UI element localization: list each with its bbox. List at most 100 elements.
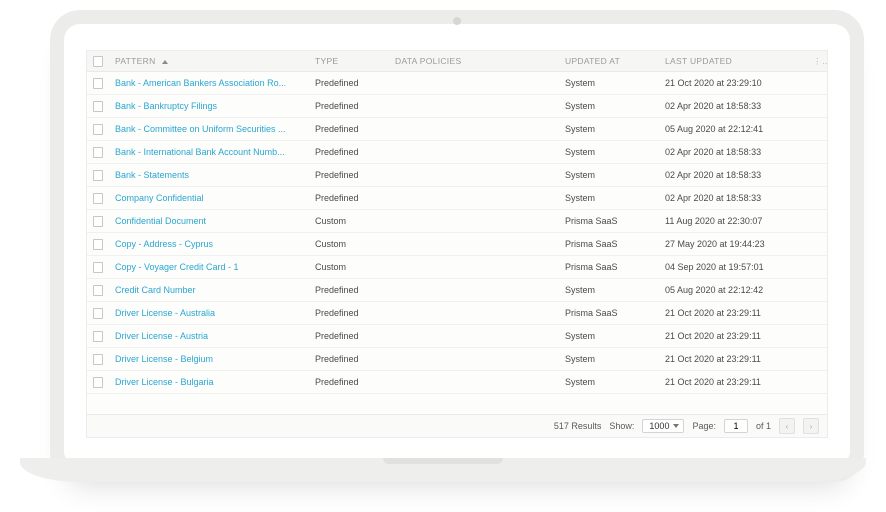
last-updated-cell: 02 Apr 2020 at 18:58:33 [659, 193, 807, 203]
row-checkbox[interactable] [87, 308, 109, 319]
last-updated-cell: 21 Oct 2020 at 23:29:11 [659, 331, 807, 341]
page-size-select[interactable]: 1000 [642, 419, 684, 433]
table-row: Bank - Committee on Uniform Securities .… [87, 118, 827, 141]
updated-at-cell: Prisma SaaS [559, 262, 659, 272]
type-cell: Predefined [309, 124, 389, 134]
type-cell: Predefined [309, 101, 389, 111]
prev-page-button[interactable]: ‹ [779, 418, 795, 434]
row-checkbox[interactable] [87, 239, 109, 250]
pattern-link[interactable]: Bank - Committee on Uniform Securities .… [109, 124, 309, 134]
pattern-link[interactable]: Credit Card Number [109, 285, 309, 295]
updated-at-cell: System [559, 101, 659, 111]
updated-at-cell: System [559, 193, 659, 203]
last-updated-cell: 05 Aug 2020 at 22:12:41 [659, 124, 807, 134]
pattern-link[interactable]: Confidential Document [109, 216, 309, 226]
row-checkbox[interactable] [87, 216, 109, 227]
show-label: Show: [609, 421, 634, 431]
table-row: Bank - Bankruptcy FilingsPredefined Syste… [87, 95, 827, 118]
checkbox-icon [93, 101, 103, 112]
updated-at-cell: System [559, 354, 659, 364]
row-checkbox[interactable] [87, 262, 109, 273]
last-updated-cell: 21 Oct 2020 at 23:29:11 [659, 354, 807, 364]
row-checkbox[interactable] [87, 124, 109, 135]
laptop-frame: PATTERN TYPE DATA POLICIES UPDATED AT LA… [50, 10, 864, 482]
last-updated-cell: 21 Oct 2020 at 23:29:11 [659, 308, 807, 318]
row-checkbox[interactable] [87, 193, 109, 204]
table-row: Bank - American Bankers Association Ro..… [87, 72, 827, 95]
updated-at-cell: System [559, 331, 659, 341]
updated-at-cell: System [559, 78, 659, 88]
pattern-link[interactable]: Bank - American Bankers Association Ro..… [109, 78, 309, 88]
pattern-link[interactable]: Driver License - Australia [109, 308, 309, 318]
last-updated-cell: 11 Aug 2020 at 22:30:07 [659, 216, 807, 226]
row-checkbox[interactable] [87, 377, 109, 388]
table-row: Copy - Voyager Credit Card - 1CustomPris… [87, 256, 827, 279]
row-checkbox[interactable] [87, 170, 109, 181]
row-checkbox[interactable] [87, 78, 109, 89]
checkbox-icon [93, 216, 103, 227]
checkbox-icon [93, 354, 103, 365]
pattern-link[interactable]: Driver License - Belgium [109, 354, 309, 364]
table-row: Copy - Address - CyprusCustomPrisma SaaS… [87, 233, 827, 256]
table-row: Bank - International Bank Account Numb..… [87, 141, 827, 164]
page-label: Page: [692, 421, 716, 431]
checkbox-icon [93, 285, 103, 296]
row-checkbox[interactable] [87, 354, 109, 365]
table-row: Credit Card NumberPredefined System05 Aug… [87, 279, 827, 302]
laptop-base [20, 458, 866, 482]
pattern-link[interactable]: Bank - Bankruptcy Filings [109, 101, 309, 111]
last-updated-cell: 02 Apr 2020 at 18:58:33 [659, 170, 807, 180]
kebab-icon: ⋮ [813, 56, 827, 66]
checkbox-icon [93, 147, 103, 158]
updated-at-cell: System [559, 124, 659, 134]
table-row: Driver License - BelgiumPredefinedSystem… [87, 348, 827, 371]
col-data-policies[interactable]: DATA POLICIES [389, 56, 559, 66]
checkbox-icon [93, 262, 103, 273]
pattern-link[interactable]: Bank - International Bank Account Numb..… [109, 147, 309, 157]
data-pattern-panel: PATTERN TYPE DATA POLICIES UPDATED AT LA… [86, 50, 828, 438]
updated-at-cell: System [559, 170, 659, 180]
table-body: Bank - American Bankers Association Ro..… [87, 72, 827, 416]
row-checkbox[interactable] [87, 331, 109, 342]
row-checkbox[interactable] [87, 285, 109, 296]
table-row: Bank - StatementsPredefined System02 Apr … [87, 164, 827, 187]
select-all-cell[interactable] [87, 56, 109, 67]
updated-at-cell: System [559, 377, 659, 387]
row-checkbox[interactable] [87, 101, 109, 112]
checkbox-icon [93, 331, 103, 342]
col-type[interactable]: TYPE [309, 56, 389, 66]
updated-at-cell: System [559, 285, 659, 295]
pattern-link[interactable]: Copy - Address - Cyprus [109, 239, 309, 249]
checkbox-icon [93, 239, 103, 250]
type-cell: Predefined [309, 308, 389, 318]
page-of-label: of 1 [756, 421, 771, 431]
col-updated-at[interactable]: UPDATED AT [559, 56, 659, 66]
type-cell: Predefined [309, 170, 389, 180]
pattern-link[interactable]: Driver License - Austria [109, 331, 309, 341]
column-menu-button[interactable]: ⋮ [807, 56, 827, 67]
type-cell: Predefined [309, 377, 389, 387]
type-cell: Custom [309, 239, 389, 249]
type-cell: Predefined [309, 193, 389, 203]
next-page-button[interactable]: › [803, 418, 819, 434]
pattern-link[interactable]: Copy - Voyager Credit Card - 1 [109, 262, 309, 272]
table-header: PATTERN TYPE DATA POLICIES UPDATED AT LA… [87, 51, 827, 72]
last-updated-cell: 02 Apr 2020 at 18:58:33 [659, 147, 807, 157]
screen: PATTERN TYPE DATA POLICIES UPDATED AT LA… [86, 50, 828, 438]
pattern-link[interactable]: Driver License - Bulgaria [109, 377, 309, 387]
table-footer: 517 Results Show: 1000 Page: of 1 ‹ › [87, 414, 827, 437]
chevron-left-icon: ‹ [786, 422, 789, 431]
last-updated-cell: 05 Aug 2020 at 22:12:42 [659, 285, 807, 295]
pattern-link[interactable]: Bank - Statements [109, 170, 309, 180]
last-updated-cell: 27 May 2020 at 19:44:23 [659, 239, 807, 249]
type-cell: Predefined [309, 285, 389, 295]
page-input[interactable] [724, 419, 748, 433]
checkbox-icon [93, 78, 103, 89]
checkbox-icon [93, 377, 103, 388]
updated-at-cell: Prisma SaaS [559, 216, 659, 226]
pattern-link[interactable]: Company Confidential [109, 193, 309, 203]
row-checkbox[interactable] [87, 147, 109, 158]
col-last-updated[interactable]: LAST UPDATED [659, 56, 807, 66]
sort-asc-icon [162, 60, 168, 64]
col-pattern[interactable]: PATTERN [109, 56, 309, 66]
